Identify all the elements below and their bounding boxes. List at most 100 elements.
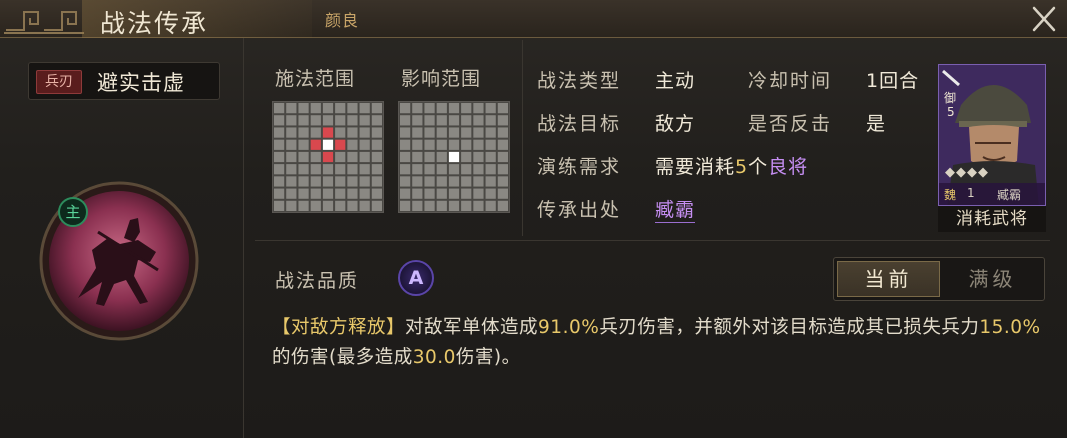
effect-range-cell: [485, 176, 496, 187]
cast-range-cell: [310, 151, 321, 163]
effect-range-cell: [485, 115, 496, 126]
effect-range-cell: [400, 200, 411, 211]
cast-range-cell: [335, 151, 346, 163]
cast-range-cell: [371, 164, 382, 175]
effect-range-cell: [473, 115, 484, 126]
cast-range-cell: [274, 164, 285, 175]
effect-range-cell: [473, 188, 484, 199]
effect-range-cell: [485, 139, 496, 150]
cooldown-label: 冷却时间: [748, 70, 833, 92]
cast-range-cell: [371, 127, 382, 138]
cast-range-cell: [359, 127, 370, 138]
cast-range-cell: [286, 115, 297, 126]
effect-range-cell: [448, 176, 460, 187]
cast-range-target-cell: [310, 139, 321, 150]
effect-range-cell: [497, 151, 508, 163]
practice-mid: 个: [748, 156, 769, 178]
cast-range-cell: [274, 103, 285, 114]
cast-range-cell: [347, 103, 358, 114]
effect-range-cell: [424, 115, 435, 126]
skill-target-value: 敌方: [655, 113, 696, 135]
effect-range-cell: [473, 103, 484, 114]
inherit-source-link[interactable]: 臧霸: [655, 195, 696, 223]
effect-range-cell: [497, 164, 508, 175]
effect-range-cell: [485, 200, 496, 211]
cast-range-cell: [335, 176, 346, 187]
cast-range-label: 施法范围: [275, 68, 356, 90]
effect-range-cell: [485, 103, 496, 114]
consume-general-caption: 消耗武将: [938, 206, 1046, 232]
cast-range-cell: [335, 200, 346, 211]
cast-range-cell: [298, 127, 309, 138]
cast-range-cell: [322, 164, 334, 175]
practice-requirement-value: 需要消耗5个良将: [655, 152, 808, 179]
effect-range-cell: [461, 164, 472, 175]
effect-range-cell: [424, 176, 435, 187]
close-button[interactable]: [1026, 2, 1062, 36]
cast-range-cell: [371, 103, 382, 114]
effect-range-cell: [497, 176, 508, 187]
effect-range-cell: [424, 200, 435, 211]
effect-range-cell: [461, 103, 472, 114]
cast-range-cell: [322, 200, 334, 211]
cast-range-cell: [274, 115, 285, 126]
skill-inherit-panel: 战法传承 颜良 兵刃 避实击虚 主 施法范围 影响范围 战法类型 主动 冷却时间…: [0, 0, 1067, 438]
effect-range-cell: [400, 139, 411, 150]
consumed-general-card[interactable]: 御 5 ◆◆◆◆ 魏 1 臧霸: [938, 64, 1046, 206]
cast-range-cell: [286, 139, 297, 150]
effect-range-cell: [461, 115, 472, 126]
cast-range-cell: [310, 127, 321, 138]
effect-range-cell: [485, 164, 496, 175]
skill-type-value: 主动: [655, 70, 696, 92]
cast-range-cell: [274, 176, 285, 187]
effect-range-cell: [400, 127, 411, 138]
skill-description: 【对敌方释放】对敌军单体造成91.0%兵刃伤害，并额外对该目标造成其已损失兵力1…: [272, 313, 1052, 373]
effect-range-cell: [436, 139, 447, 150]
cast-range-cell: [322, 176, 334, 187]
effect-range-cell: [424, 127, 435, 138]
cast-range-cell: [371, 139, 382, 150]
row-divider: [255, 240, 1050, 241]
tab-max-level[interactable]: 满级: [942, 261, 1043, 297]
effect-range-cell: [424, 103, 435, 114]
cast-range-cell: [298, 164, 309, 175]
cast-range-self-cell: [322, 139, 334, 150]
effect-range-cell: [473, 164, 484, 175]
cast-range-target-cell: [322, 151, 334, 163]
title-bar: 战法传承 颜良: [0, 0, 1067, 38]
cast-range-cell: [298, 188, 309, 199]
cast-range-cell: [371, 200, 382, 211]
inherit-source-label: 传承出处: [537, 199, 622, 221]
description-damage-1: 91.0%: [538, 317, 600, 338]
effect-range-cell: [412, 164, 423, 175]
effect-range-cell: [436, 188, 447, 199]
effect-range-cell: [448, 127, 460, 138]
skill-quality-badge: A: [398, 260, 434, 296]
effect-range-label: 影响范围: [401, 68, 482, 90]
close-icon: [1032, 6, 1056, 32]
cast-range-cell: [335, 115, 346, 126]
skill-quality-label: 战法品质: [275, 270, 360, 292]
cast-range-cell: [322, 103, 334, 114]
effect-range-cell: [473, 200, 484, 211]
tab-current-level[interactable]: 当前: [837, 261, 940, 297]
column-divider-left: [243, 38, 244, 438]
description-damage-2: 15.0%: [979, 317, 1041, 338]
effect-range-cell: [424, 188, 435, 199]
cast-range-cell: [298, 139, 309, 150]
effect-range-cell: [497, 139, 508, 150]
cast-range-cell: [359, 151, 370, 163]
cast-range-cell: [347, 151, 358, 163]
effect-range-cell: [412, 188, 423, 199]
cast-range-cell: [335, 127, 346, 138]
effect-range-cell: [473, 176, 484, 187]
cast-range-cell: [310, 164, 321, 175]
effect-range-cell: [448, 139, 460, 150]
effect-range-cell: [461, 176, 472, 187]
cast-range-cell: [347, 188, 358, 199]
cast-range-target-cell: [322, 127, 334, 138]
cast-range-cell: [274, 127, 285, 138]
general-faction: 魏: [944, 188, 957, 202]
effect-range-cell: [461, 151, 472, 163]
cast-range-cell: [286, 103, 297, 114]
